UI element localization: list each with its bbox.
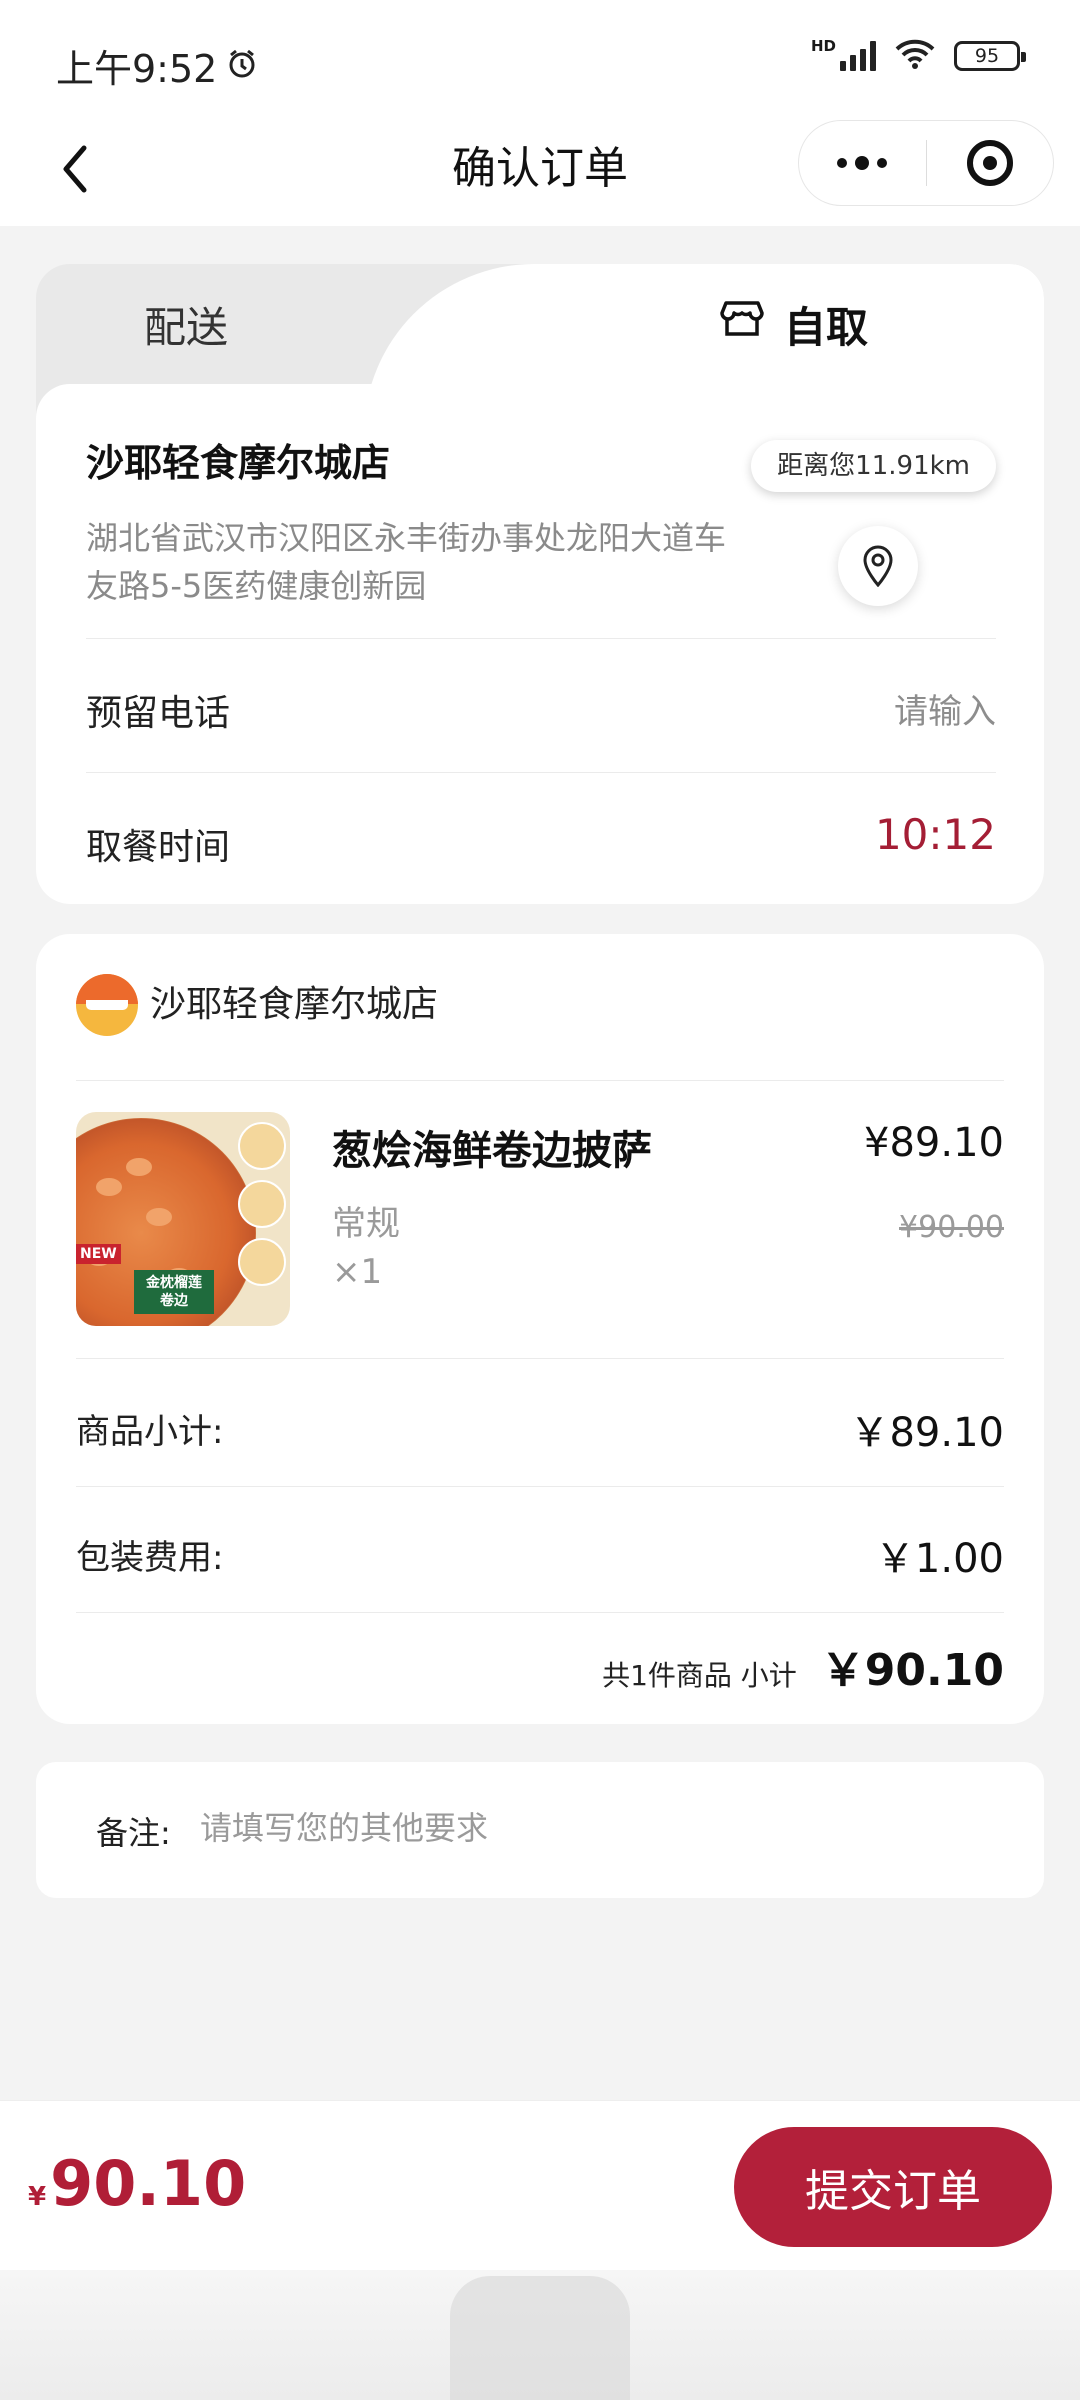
location-button[interactable] — [838, 526, 918, 606]
packaging-value: ￥1.00 — [874, 1536, 1004, 1582]
battery-icon: 95 — [954, 41, 1026, 71]
subtotal-value: ￥89.10 — [849, 1410, 1004, 1456]
item-image: NEW 金枕榴莲卷边 — [76, 1112, 290, 1326]
tab-pickup[interactable]: 自取 — [544, 264, 1044, 384]
item-badge-promo: 金枕榴莲卷边 — [134, 1270, 214, 1314]
more-icon — [837, 156, 888, 170]
item-spec: 常规 — [332, 1204, 400, 1244]
status-right-group: HD 95 — [810, 36, 1026, 74]
divider — [76, 1358, 1004, 1359]
tab-pickup-label: 自取 — [783, 302, 868, 352]
close-icon — [966, 140, 1013, 186]
store-name: 沙耶轻食摩尔城店 — [86, 441, 391, 485]
home-indicator[interactable] — [450, 2276, 630, 2400]
packaging-label: 包装费用: — [76, 1538, 224, 1578]
subtotal-label: 商品小计: — [76, 1412, 224, 1452]
wifi-icon — [894, 38, 936, 74]
alarm-icon — [227, 44, 257, 88]
fulfillment-card: 配送 自取 沙耶轻食摩尔城店 距离您11.91km 湖北省武汉市汉阳区永丰街办事… — [36, 264, 1044, 904]
summary-text: 共1件商品 小计 — [602, 1659, 797, 1692]
item-badge-new: NEW — [76, 1244, 121, 1264]
payable-currency: ¥ — [28, 2182, 47, 2212]
summary-total: ￥90.10 — [820, 1645, 1004, 1696]
location-pin-icon — [863, 545, 893, 587]
payable-amount: 90.10 — [50, 2147, 247, 2220]
payable-total: ¥ 90.10 — [28, 2147, 246, 2220]
shop-logo-icon — [76, 974, 138, 1036]
shop-name: 沙耶轻食摩尔城店 — [150, 984, 439, 1025]
item-quantity: ×1 — [332, 1252, 383, 1292]
distance-badge: 距离您11.91km — [751, 440, 996, 492]
note-label: 备注: — [96, 1814, 171, 1852]
submit-order-button[interactable]: 提交订单 — [734, 2127, 1052, 2247]
phone-input[interactable]: 请输入 — [894, 684, 996, 733]
divider — [76, 1080, 1004, 1081]
checkout-bar: ¥ 90.10 提交订单 — [0, 2100, 1080, 2270]
nav-bar: 确认订单 — [0, 120, 1080, 226]
close-button[interactable] — [927, 121, 1054, 205]
pickup-time-value[interactable]: 10:12 — [875, 810, 996, 859]
tab-delivery[interactable]: 配送 — [36, 264, 336, 384]
mini-program-capsule — [798, 120, 1054, 206]
divider — [76, 1486, 1004, 1487]
divider — [76, 1612, 1004, 1613]
pickup-time-label: 取餐时间 — [86, 827, 231, 868]
tab-delivery-label: 配送 — [143, 302, 228, 352]
store-icon — [720, 299, 764, 349]
status-bar: 上午9:52 HD 95 — [0, 0, 1080, 120]
phone-label: 预留电话 — [86, 693, 231, 734]
note-input[interactable] — [200, 1800, 980, 1856]
item-name: 葱烩海鲜卷边披萨 — [332, 1128, 652, 1174]
divider — [86, 638, 996, 639]
note-card: 备注: — [36, 1762, 1044, 1898]
order-card: 沙耶轻食摩尔城店 NEW 金枕榴莲卷边 葱烩海鲜卷边披萨 ¥89.10 常规 ×… — [36, 934, 1044, 1724]
status-time: 上午9:52 — [56, 47, 218, 91]
more-button[interactable] — [799, 121, 926, 205]
item-price: ¥89.10 — [864, 1120, 1004, 1166]
store-address: 湖北省武汉市汉阳区永丰街办事处龙阳大道车友路5-5医药健康创新园 — [86, 519, 727, 605]
system-home-area — [0, 2270, 1080, 2400]
item-original-price: ¥90.00 — [899, 1210, 1004, 1245]
signal-icon — [840, 41, 876, 71]
network-label: HD — [810, 36, 836, 55]
order-summary: 共1件商品 小计 ￥90.10 — [602, 1634, 1004, 1698]
status-time-group: 上午9:52 — [56, 38, 257, 93]
divider — [86, 772, 996, 773]
